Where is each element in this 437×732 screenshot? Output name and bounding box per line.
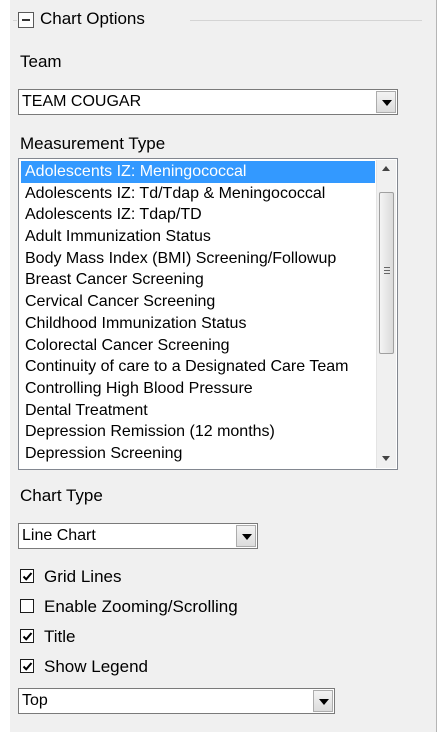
- group-border-left: [13, 20, 17, 21]
- list-item[interactable]: Dental Treatment: [21, 400, 375, 422]
- minus-icon: [22, 19, 30, 21]
- chart-type-dropdown-arrow[interactable]: [236, 525, 256, 547]
- chart-type-dropdown[interactable]: Line Chart: [18, 523, 258, 549]
- measurement-type-listbox[interactable]: Adolescents IZ: Meningococcal Adolescent…: [18, 158, 398, 470]
- group-title: Chart Options: [40, 9, 145, 28]
- scroll-down-button[interactable]: [377, 450, 396, 468]
- checkmark-icon: [22, 662, 33, 671]
- team-dropdown-arrow[interactable]: [376, 91, 396, 113]
- legend-position-dropdown[interactable]: Top: [18, 688, 335, 714]
- title-checkbox[interactable]: [20, 629, 34, 643]
- chart-type-label: Chart Type: [20, 486, 103, 505]
- list-item[interactable]: Controlling High Blood Pressure: [21, 378, 375, 400]
- listbox-scrollbar[interactable]: [376, 160, 396, 468]
- scroll-up-button[interactable]: [377, 160, 396, 178]
- measurement-type-label: Measurement Type: [20, 134, 166, 153]
- grid-lines-label: Grid Lines: [44, 567, 122, 586]
- list-item[interactable]: Cervical Cancer Screening: [21, 291, 375, 313]
- zoom-label: Enable Zooming/Scrolling: [44, 597, 238, 616]
- team-dropdown-value: TEAM COUGAR: [22, 93, 142, 110]
- list-item[interactable]: Adult Immunization Status: [21, 226, 375, 248]
- list-item[interactable]: Continuity of care to a Designated Care …: [21, 356, 375, 378]
- chevron-down-icon: [319, 699, 329, 705]
- measurement-items: Adolescents IZ: Meningococcal Adolescent…: [21, 161, 375, 465]
- list-item[interactable]: Childhood Immunization Status: [21, 313, 375, 335]
- checkmark-icon: [22, 632, 33, 641]
- collapse-button[interactable]: [18, 12, 34, 28]
- list-item[interactable]: Depression Screening: [21, 443, 375, 465]
- team-dropdown[interactable]: TEAM COUGAR: [18, 89, 398, 115]
- zoom-checkbox[interactable]: [20, 599, 34, 613]
- list-item[interactable]: Adolescents IZ: Meningococcal: [21, 161, 375, 183]
- list-item[interactable]: Colorectal Cancer Screening: [21, 335, 375, 357]
- list-item[interactable]: Breast Cancer Screening: [21, 269, 375, 291]
- legend-label: Show Legend: [44, 657, 148, 676]
- chevron-down-icon: [382, 100, 392, 106]
- scrollbar-thumb[interactable]: [379, 192, 394, 354]
- chevron-up-icon: [382, 166, 390, 171]
- chevron-down-icon: [382, 456, 390, 461]
- list-item[interactable]: Body Mass Index (BMI) Screening/Followup: [21, 248, 375, 270]
- list-item[interactable]: Adolescents IZ: Tdap/TD: [21, 204, 375, 226]
- chart-options-panel: Chart Options Team TEAM COUGAR Measureme…: [0, 0, 437, 732]
- title-label: Title: [44, 627, 76, 646]
- grid-lines-checkbox[interactable]: [20, 569, 34, 583]
- checkmark-icon: [22, 572, 33, 581]
- grip-icon: [384, 267, 390, 275]
- list-item[interactable]: Adolescents IZ: Td/Tdap & Meningococcal: [21, 183, 375, 205]
- list-item[interactable]: Depression Remission (12 months): [21, 421, 375, 443]
- chevron-down-icon: [242, 534, 252, 540]
- team-label: Team: [20, 52, 62, 71]
- legend-position-dropdown-arrow[interactable]: [313, 690, 333, 712]
- chart-type-dropdown-value: Line Chart: [22, 527, 96, 544]
- legend-checkbox[interactable]: [20, 659, 34, 673]
- group-border-top: [190, 20, 422, 21]
- legend-position-value: Top: [22, 692, 48, 709]
